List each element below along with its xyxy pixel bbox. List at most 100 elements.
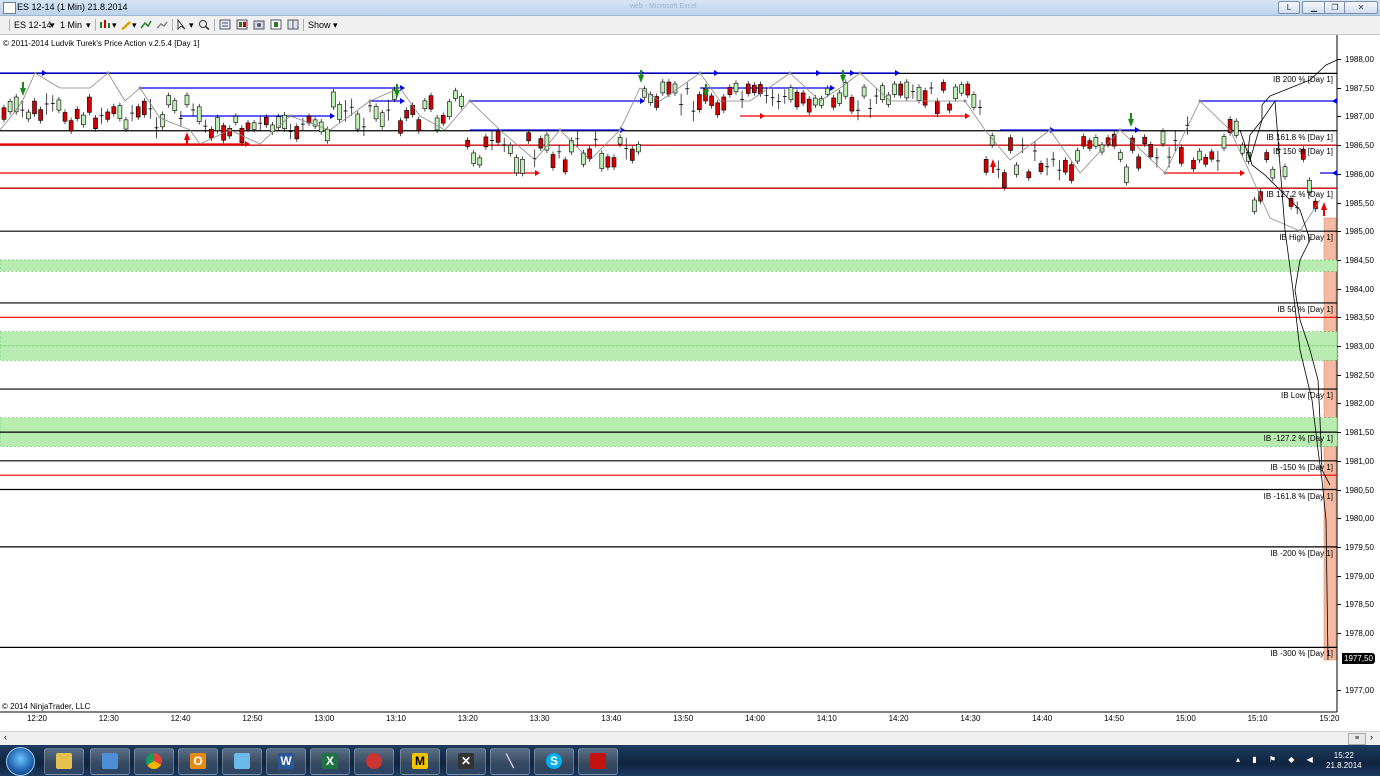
candle	[837, 89, 843, 107]
taskbar-clock[interactable]: 15:22 21.8.2014	[1326, 751, 1362, 771]
price-tick-label: 1985,00	[1345, 227, 1374, 237]
outlook-taskbar-button[interactable]: O	[178, 748, 218, 775]
acrobat-taskbar-button[interactable]	[578, 748, 618, 775]
excel-taskbar-button[interactable]: X	[310, 748, 350, 775]
candle	[996, 160, 1001, 179]
scroll-right-icon[interactable]: ›	[1370, 732, 1373, 742]
ib-level-label: IB Low [Day 1]	[1280, 391, 1333, 401]
candle	[776, 93, 781, 110]
show-dropdown-icon[interactable]: ▾	[333, 19, 338, 31]
draw-dropdown-icon[interactable]: ▾	[132, 19, 137, 31]
notepad-taskbar-button[interactable]	[90, 748, 130, 775]
paint-taskbar-button[interactable]	[222, 748, 262, 775]
candle	[93, 114, 98, 132]
price-tick-label: 1981,50	[1345, 428, 1374, 438]
candle	[1026, 168, 1032, 181]
time-tick-label: 15:20	[1319, 714, 1340, 723]
candle	[130, 104, 135, 122]
word-taskbar-button[interactable]: W	[266, 748, 306, 775]
interval-selector[interactable]: 1 Min	[60, 19, 82, 31]
candle	[685, 82, 690, 95]
chrome-icon	[146, 753, 162, 769]
candle	[337, 101, 342, 123]
price-tick-mark	[1337, 633, 1341, 634]
maximize-button[interactable]: ❐	[1324, 1, 1346, 14]
candle	[1154, 148, 1159, 168]
candle	[1173, 130, 1178, 151]
panel-icon[interactable]	[287, 19, 299, 30]
candle	[874, 88, 879, 104]
instrument-dropdown-icon[interactable]: ▾	[50, 19, 55, 31]
paint-icon	[234, 753, 250, 769]
candle	[782, 89, 787, 104]
scroll-thumb[interactable]: ≡	[1348, 733, 1366, 745]
price-tick-mark	[1337, 575, 1341, 577]
candle	[38, 106, 43, 124]
time-tick-label: 12:30	[98, 714, 119, 723]
ib-level-label: IB -200 % [Day 1]	[1270, 548, 1333, 558]
zoom-icon[interactable]	[198, 19, 210, 30]
candle	[50, 95, 55, 112]
indicator-icon[interactable]	[140, 19, 152, 30]
candle	[929, 81, 934, 95]
ib-level-label: IB 150 % [Day 1]	[1272, 147, 1333, 157]
chrome-taskbar-button[interactable]	[134, 748, 174, 775]
candle	[1215, 150, 1220, 171]
price-tick-label: 1978,50	[1345, 600, 1374, 610]
candle	[404, 107, 409, 122]
bar-type-icon[interactable]	[99, 19, 111, 30]
ninjatrader-taskbar-button[interactable]	[354, 748, 394, 775]
draw-pencil-icon[interactable]	[120, 19, 132, 30]
price-chart-canvas[interactable]	[0, 35, 1380, 725]
candle	[62, 109, 68, 125]
instrument-selector[interactable]: ES 12-14	[14, 19, 52, 31]
scroll-left-icon[interactable]: ‹	[4, 732, 7, 742]
candle	[1233, 118, 1239, 139]
x-app-taskbar-button[interactable]: ✕	[446, 748, 486, 775]
clock-date: 21.8.2014	[1326, 761, 1362, 770]
properties-icon[interactable]	[219, 19, 231, 30]
window-title: ES 12-14 (1 Min) 21.8.2014	[17, 2, 128, 12]
pen-app-taskbar-button[interactable]: ╲	[490, 748, 530, 775]
show-menu[interactable]: Show	[308, 19, 331, 31]
cursor-dropdown-icon[interactable]: ▾	[189, 19, 194, 31]
bar-type-dropdown-icon[interactable]: ▾	[112, 19, 117, 31]
candle	[922, 87, 928, 109]
ib-level-label: IB High [Day 1]	[1279, 233, 1333, 243]
start-orb-icon[interactable]	[6, 747, 35, 776]
price-tick-mark	[1337, 59, 1341, 60]
data-box-icon[interactable]	[236, 19, 248, 30]
candle	[770, 89, 775, 107]
price-tick-label: 1987,00	[1345, 112, 1374, 122]
m-app-taskbar-button[interactable]: M	[400, 748, 440, 775]
candle	[422, 97, 428, 112]
time-tick-label: 15:10	[1247, 714, 1268, 723]
price-tick-label: 1983,50	[1345, 313, 1374, 323]
candle	[978, 99, 982, 115]
interval-dropdown-icon[interactable]: ▾	[86, 19, 91, 31]
snapshot-icon[interactable]	[253, 19, 265, 30]
candle	[99, 107, 104, 124]
link-button[interactable]: L	[1278, 1, 1300, 14]
candle	[1002, 169, 1007, 191]
ib-level-label: IB 127.2 % [Day 1]	[1266, 190, 1333, 200]
acrobat-icon	[590, 753, 606, 769]
strategy-icon[interactable]	[156, 19, 168, 30]
candle	[105, 108, 110, 123]
skype-taskbar-button[interactable]: S	[534, 748, 574, 775]
clock-time: 15:22	[1333, 751, 1354, 760]
tray-icons[interactable]: ▴ ▮ ⚑ ◆ ◀	[1236, 755, 1318, 764]
chart-trader-icon[interactable]	[270, 19, 282, 30]
candle	[892, 81, 897, 98]
candle	[81, 112, 86, 128]
horizontal-scrollbar[interactable]: ‹ ≡ ›	[0, 731, 1380, 745]
candle	[379, 109, 385, 130]
close-button[interactable]: ✕	[1344, 1, 1378, 14]
time-tick-label: 14:40	[1032, 714, 1053, 723]
candle	[751, 82, 757, 96]
explorer-taskbar-button[interactable]	[44, 748, 84, 775]
minimize-button[interactable]: ▁	[1302, 1, 1326, 14]
cursor-icon[interactable]	[176, 19, 188, 30]
folder-icon	[56, 753, 72, 769]
candle	[331, 88, 336, 110]
